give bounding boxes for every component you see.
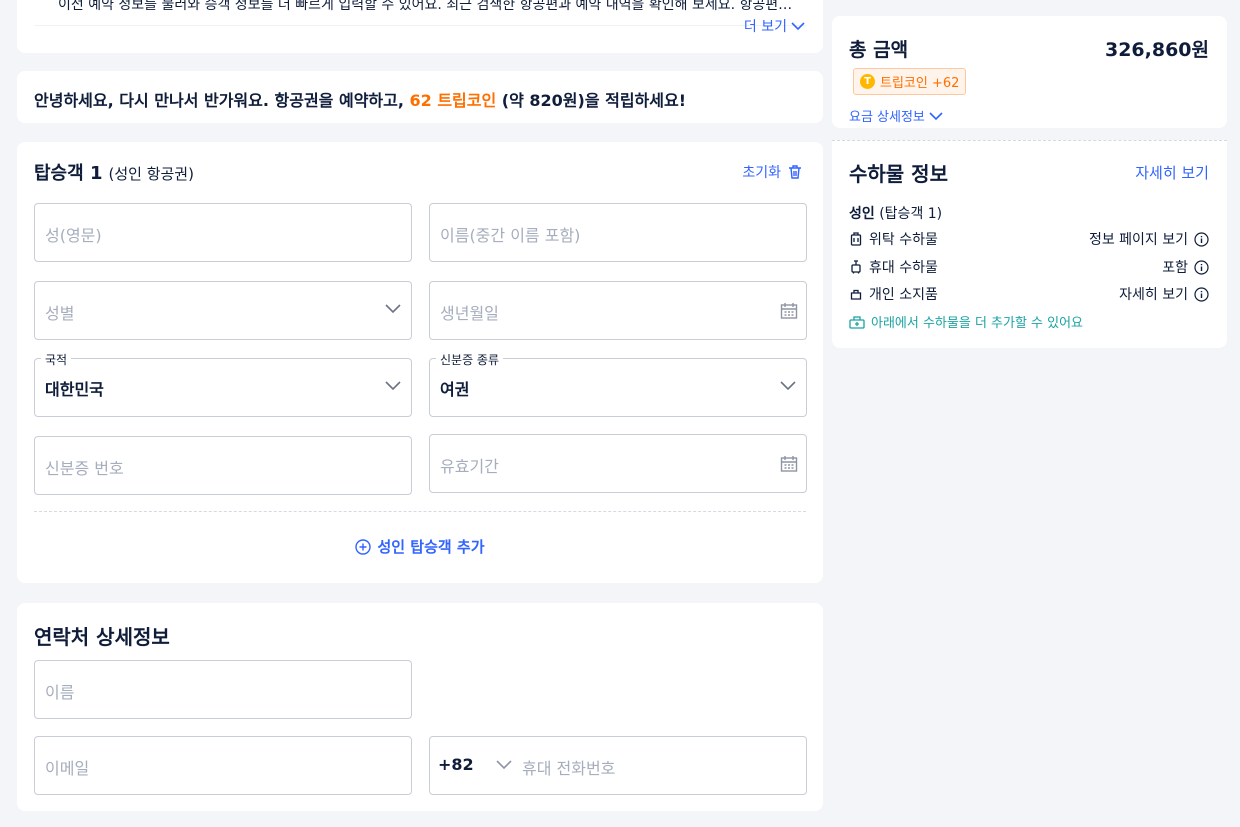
passenger-form: 탑승객 1 (성인 항공권) 초기화 성(영문) 이름(중간 이름 포함) 성별 … xyxy=(17,142,823,583)
add-baggage-note: 아래에서 수하물을 더 추가할 수 있어요 xyxy=(849,312,1083,331)
coin-icon: T xyxy=(860,74,875,89)
passenger-subtitle: (성인 항공권) xyxy=(108,165,194,183)
price-summary: 총 금액 326,860원 T 트립코인 +62 요금 상세정보 xyxy=(832,16,1227,128)
baggage-item-label: 위탁 수하물 xyxy=(869,232,938,248)
contact-form: 연락처 상세정보 이름 이메일 +82 휴대 전화번호 xyxy=(17,603,823,811)
id-type-label: 신분증 종류 xyxy=(436,351,504,368)
passenger-type: 성인 xyxy=(849,206,875,222)
checked-bag-icon xyxy=(849,232,863,246)
email-field[interactable]: 이메일 xyxy=(34,736,412,795)
passenger-ref: (탑승객 1) xyxy=(879,206,943,222)
welcome-text: 안녕하세요, 다시 만나서 반가워요. 항공권을 예약하고, 62 트립코인 (… xyxy=(34,87,686,111)
welcome-suffix: (약 820원)을 적립하세요! xyxy=(496,91,687,110)
phone-field[interactable]: +82 휴대 전화번호 xyxy=(429,736,807,795)
contact-title: 연락처 상세정보 xyxy=(34,625,170,649)
baggage-row-personal: 개인 소지품 자세히 보기 xyxy=(849,284,1209,304)
baggage-item-link[interactable]: 포함 xyxy=(1162,257,1209,277)
divider xyxy=(34,511,806,512)
welcome-prefix: 안녕하세요, 다시 만나서 반가워요. 항공권을 예약하고, xyxy=(34,91,410,110)
baggage-row-carry-on: 휴대 수하물 포함 xyxy=(849,257,1209,277)
nationality-label: 국적 xyxy=(41,351,72,368)
baggage-info: 수하물 정보 자세히 보기 성인 (탑승객 1) 위탁 수하물 정보 페이지 보… xyxy=(832,140,1227,348)
chevron-down-icon xyxy=(385,304,401,314)
previous-info-card: 이전 예약 정보를 불러와 승객 정보를 더 빠르게 입력할 수 있어요. 최근… xyxy=(17,0,823,53)
first-name-field[interactable]: 이름(중간 이름 포함) xyxy=(429,203,807,262)
nationality-value: 대한민국 xyxy=(45,380,104,399)
see-more-button[interactable]: 더 보기 xyxy=(744,16,805,36)
personal-item-icon xyxy=(849,287,863,301)
baggage-title: 수하물 정보 xyxy=(849,162,948,186)
add-baggage-text: 아래에서 수하물을 더 추가할 수 있어요 xyxy=(871,316,1084,331)
contact-name-field[interactable]: 이름 xyxy=(34,660,412,719)
passenger-title: 탑승객 1 (성인 항공권) xyxy=(34,159,194,185)
fare-details-label: 요금 상세정보 xyxy=(849,110,925,125)
nationality-select[interactable]: 국적 대한민국 xyxy=(34,351,412,417)
chevron-down-icon xyxy=(929,111,943,120)
baggage-item-link[interactable]: 자세히 보기 xyxy=(1119,284,1209,304)
total-label: 총 금액 xyxy=(849,39,909,61)
calendar-icon[interactable] xyxy=(780,455,798,473)
trip-coin-badge: T 트립코인 +62 xyxy=(853,68,967,95)
country-code-select[interactable]: +82 xyxy=(438,755,474,774)
plus-circle-icon xyxy=(355,538,372,555)
truncated-info-text: 이전 예약 정보를 불러와 승객 정보를 더 빠르게 입력할 수 있어요. 최근… xyxy=(58,0,793,13)
baggage-item-value: 포함 xyxy=(1162,260,1188,276)
birthdate-field[interactable]: 생년월일 xyxy=(429,281,807,340)
fare-details-button[interactable]: 요금 상세정보 xyxy=(849,106,943,125)
carry-on-icon xyxy=(849,260,863,274)
welcome-coins: 62 트립코인 xyxy=(409,91,497,110)
info-icon xyxy=(1194,231,1209,247)
luggage-add-icon xyxy=(849,315,865,329)
id-type-select[interactable]: 신분증 종류 여권 xyxy=(429,351,807,417)
baggage-item-value: 정보 페이지 보기 xyxy=(1088,232,1188,248)
gender-placeholder: 성별 xyxy=(45,304,75,323)
first-name-placeholder: 이름(중간 이름 포함) xyxy=(440,226,581,245)
calendar-icon[interactable] xyxy=(780,302,798,320)
baggage-row-checked: 위탁 수하물 정보 페이지 보기 xyxy=(849,229,1209,249)
expiry-placeholder: 유효기간 xyxy=(440,457,499,476)
chevron-down-icon xyxy=(385,381,401,391)
trash-icon xyxy=(789,165,801,179)
coin-badge-label: 트립코인 +62 xyxy=(880,76,960,91)
add-adult-passenger-button[interactable]: 성인 탑승객 추가 xyxy=(17,536,823,557)
id-number-field[interactable]: 신분증 번호 xyxy=(34,436,412,495)
chevron-down-icon[interactable] xyxy=(496,758,512,770)
baggage-item-link[interactable]: 정보 페이지 보기 xyxy=(1089,229,1209,249)
reset-label: 초기화 xyxy=(742,165,781,181)
see-more-label: 더 보기 xyxy=(743,19,787,35)
expiry-field[interactable]: 유효기간 xyxy=(429,434,807,493)
id-number-placeholder: 신분증 번호 xyxy=(45,459,124,478)
baggage-item-label: 휴대 수하물 xyxy=(869,260,938,276)
welcome-banner: 안녕하세요, 다시 만나서 반가워요. 항공권을 예약하고, 62 트립코인 (… xyxy=(17,71,823,123)
contact-name-placeholder: 이름 xyxy=(45,683,75,702)
gender-select[interactable]: 성별 xyxy=(34,281,412,340)
baggage-details-link[interactable]: 자세히 보기 xyxy=(1135,162,1209,183)
baggage-item-value: 자세히 보기 xyxy=(1119,287,1188,303)
reset-button[interactable]: 초기화 xyxy=(742,162,803,182)
truncated-info-box: 이전 예약 정보를 불러와 승객 정보를 더 빠르게 입력할 수 있어요. 최근… xyxy=(34,0,806,26)
birthdate-placeholder: 생년월일 xyxy=(440,304,499,323)
last-name-placeholder: 성(영문) xyxy=(45,226,102,245)
baggage-passenger: 성인 (탑승객 1) xyxy=(849,203,942,223)
chevron-down-icon xyxy=(780,381,796,391)
info-icon xyxy=(1194,286,1209,302)
id-type-value: 여권 xyxy=(440,380,470,399)
passenger-number: 탑승객 1 xyxy=(34,163,103,184)
chevron-down-icon xyxy=(791,22,805,31)
total-amount: 326,860원 xyxy=(1104,39,1209,61)
add-adult-label: 성인 탑승객 추가 xyxy=(377,538,485,556)
email-placeholder: 이메일 xyxy=(45,759,90,778)
last-name-field[interactable]: 성(영문) xyxy=(34,203,412,262)
phone-placeholder: 휴대 전화번호 xyxy=(522,759,616,778)
info-icon xyxy=(1194,259,1209,275)
baggage-item-label: 개인 소지품 xyxy=(869,287,938,303)
